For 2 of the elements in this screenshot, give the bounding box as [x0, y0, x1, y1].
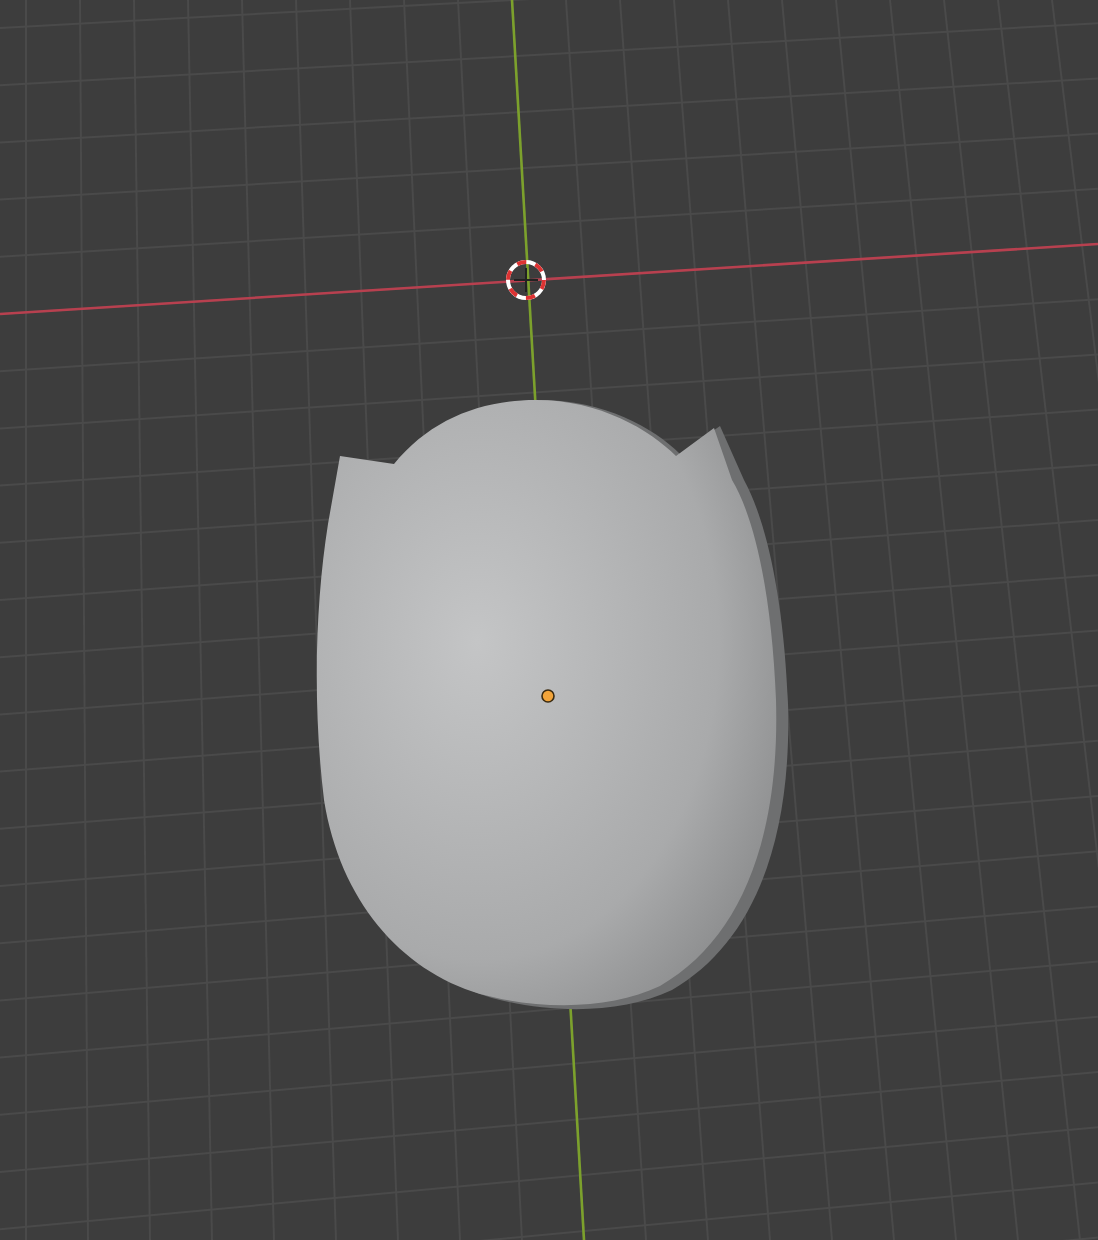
origin-point-icon: [541, 689, 555, 703]
3d-cursor-icon: [506, 260, 546, 300]
